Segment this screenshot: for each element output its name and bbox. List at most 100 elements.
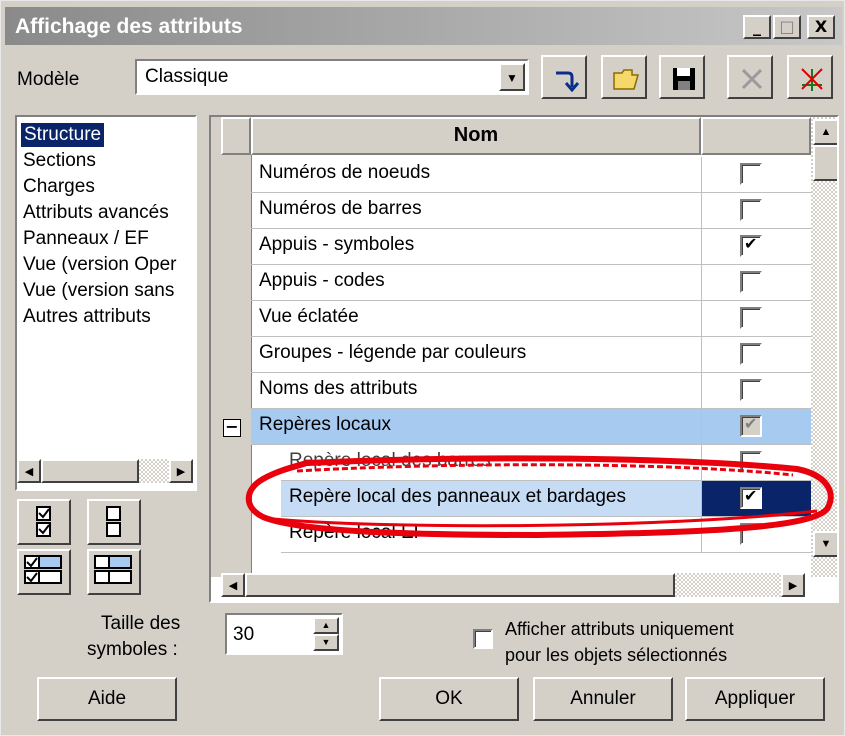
grid-row[interactable]: Appuis - symboles [251,229,811,265]
scroll-left-icon[interactable]: ◀ [221,573,245,597]
row-checkbox[interactable] [740,451,762,473]
attribute-display-dialog: Affichage des attributs _ □ X Modèle Cla… [0,0,845,736]
category-item-view-sans[interactable]: Vue (version sans [23,279,174,303]
spin-up-icon[interactable]: ▲ [313,617,339,634]
selected-only-checkbox[interactable] [473,629,493,649]
uncheck-all-icon [106,506,121,537]
apply-model-button[interactable] [541,55,587,99]
model-select[interactable]: Classique ▼ [135,59,529,95]
scroll-right-icon[interactable]: ▶ [169,459,193,483]
scroll-thumb[interactable] [41,459,139,483]
curved-arrow-icon [556,71,580,93]
category-item-structure[interactable]: Structure [21,123,105,147]
minimize-button[interactable]: _ [743,15,771,39]
row-label: Repères locaux [259,414,392,435]
name-column-header[interactable]: Nom [251,117,701,155]
grid-vscroll[interactable]: ▲ ▼ [811,117,837,577]
category-item-advanced[interactable]: Attributs avancés [23,201,169,225]
scroll-thumb[interactable] [813,145,837,181]
selected-only-label: Afficher attributs uniquement [505,619,734,639]
ok-button[interactable]: OK [379,677,519,721]
row-checkbox[interactable] [740,379,762,401]
category-item-charges[interactable]: Charges [23,175,95,199]
category-item-sections[interactable]: Sections [23,149,96,173]
symbol-size-label-2: symboles : [87,639,178,660]
window-title: Affichage des attributs [15,15,243,38]
scroll-up-icon[interactable]: ▲ [813,119,837,145]
category-item-view-oper[interactable]: Vue (version Oper [23,253,176,277]
row-label: Groupes - légende par couleurs [259,342,527,363]
row-label: Repère local des panneaux et bardages [289,486,626,507]
floppy-disk-icon [673,68,695,90]
scroll-track[interactable] [139,459,169,483]
save-button[interactable] [659,55,705,99]
check-all-groups-button[interactable] [17,549,71,595]
row-label: Noms des attributs [259,378,418,399]
chevron-down-icon[interactable]: ▼ [499,63,525,91]
collapse-icon[interactable]: − [223,419,241,437]
uncheck-all-button[interactable] [87,499,141,545]
reset-axes-button[interactable] [787,55,833,99]
scroll-track[interactable] [675,573,781,597]
grid-row[interactable]: Repère local des barres [281,445,811,481]
grid-group-row[interactable]: Repères locaux [251,409,811,445]
check-column-header[interactable] [701,117,811,155]
check-groups-icon [24,555,62,584]
maximize-button[interactable]: □ [773,15,801,39]
row-label: Vue éclatée [259,306,359,327]
category-list[interactable]: Structure Sections Charges Attributs ava… [15,115,197,491]
row-label: Repère local EF [289,522,426,543]
uncheck-groups-icon [94,555,132,584]
grid-row[interactable]: Repère local EF [281,517,811,553]
close-button[interactable]: X [807,15,835,39]
row-label: Numéros de barres [259,198,422,219]
row-checkbox[interactable] [740,523,762,545]
row-checkbox[interactable] [740,414,762,437]
symbol-size-value: 30 [233,624,255,645]
row-checkbox[interactable] [740,343,762,365]
row-checkbox[interactable] [740,271,762,293]
scroll-down-icon[interactable]: ▼ [813,531,837,557]
help-button[interactable]: Aide [37,677,177,721]
attribute-grid[interactable]: Nom Numéros de noeuds Numéros de barres … [209,115,839,603]
scroll-left-icon[interactable]: ◀ [17,459,41,483]
check-all-button[interactable] [17,499,71,545]
cancel-button[interactable]: Annuler [533,677,673,721]
grid-hscroll[interactable]: ◀ ▶ [211,571,811,599]
row-checkbox[interactable] [740,234,762,257]
scroll-right-icon[interactable]: ▶ [781,573,805,597]
category-item-other[interactable]: Autres attributs [23,305,151,329]
category-item-panels[interactable]: Panneaux / EF [23,227,149,251]
grid-row[interactable]: Noms des attributs [251,373,811,409]
row-checkbox[interactable] [740,307,762,329]
row-label: Appuis - symboles [259,234,415,255]
folder-icon [613,69,639,90]
open-button[interactable] [601,55,647,99]
title-bar[interactable]: Affichage des attributs _ □ X [5,7,842,45]
symbol-size-spinner[interactable]: 30 ▲ ▼ [225,613,343,655]
row-checkbox[interactable] [740,163,762,185]
grid-row[interactable]: Appuis - codes [251,265,811,301]
check-all-icon [36,506,51,537]
row-label: Appuis - codes [259,270,385,291]
uncheck-all-groups-button[interactable] [87,549,141,595]
row-label: Repère local des barres [289,450,491,471]
grid-indicator-column [211,117,252,577]
category-list-hscroll[interactable]: ◀ ▶ [17,459,195,487]
apply-button[interactable]: Appliquer [685,677,825,721]
grid-row[interactable]: Groupes - légende par couleurs [251,337,811,373]
grid-row[interactable]: Numéros de noeuds [251,157,811,193]
row-label: Numéros de noeuds [259,162,431,183]
scroll-thumb[interactable] [245,573,675,597]
spin-down-icon[interactable]: ▼ [313,634,339,651]
grid-row[interactable]: Vue éclatée [251,301,811,337]
row-checkbox[interactable] [740,486,762,509]
delete-x-icon [741,68,763,90]
row-checkbox[interactable] [740,199,762,221]
delete-button[interactable] [727,55,773,99]
grid-row[interactable]: Numéros de barres [251,193,811,229]
model-label: Modèle [17,69,80,90]
grid-row-selected[interactable]: Repère local des panneaux et bardages [281,481,812,517]
model-value: Classique [145,66,229,87]
grid-corner-header [221,117,251,155]
